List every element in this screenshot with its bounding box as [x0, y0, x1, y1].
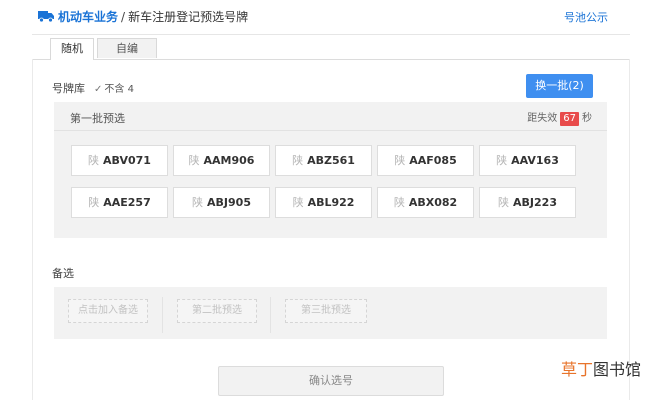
- divider: [162, 297, 163, 333]
- watermark-part1: 草丁: [561, 360, 594, 379]
- exclude-4-checkbox[interactable]: ✓ 不含 4: [94, 80, 134, 95]
- plate-number: ABL922: [307, 196, 355, 209]
- plate-number: ABJ905: [207, 196, 251, 209]
- plate-option[interactable]: 陕 ABV071: [71, 145, 168, 176]
- plate-prefix: 陕: [292, 154, 304, 167]
- plate-library-label: 号牌库: [52, 82, 85, 95]
- plate-prefix: 陕: [496, 154, 508, 167]
- pool-notice-link[interactable]: 号池公示: [564, 9, 608, 25]
- plate-prefix: 陕: [292, 196, 304, 209]
- plate-number: ABJ223: [513, 196, 557, 209]
- plate-prefix: 陕: [394, 154, 406, 167]
- alternates-panel: 点击加入备选 第二批预选 第三批预选: [54, 287, 607, 339]
- checkmark-icon: ✓: [94, 84, 103, 95]
- second-batch-slot[interactable]: 第二批预选: [177, 299, 257, 323]
- breadcrumb-home-link[interactable]: 机动车业务: [58, 10, 118, 24]
- plate-number: AAE257: [103, 196, 151, 209]
- plate-option[interactable]: 陕 ABZ561: [275, 145, 372, 176]
- mode-tabs: 随机 自编: [32, 38, 630, 60]
- plate-option[interactable]: 陕 ABL922: [275, 187, 372, 218]
- plate-prefix: 陕: [188, 154, 200, 167]
- plate-option[interactable]: 陕 AAE257: [71, 187, 168, 218]
- plate-option[interactable]: 陕 ABJ905: [173, 187, 270, 218]
- tab-random[interactable]: 随机: [50, 38, 94, 60]
- plate-prefix: 陕: [88, 196, 100, 209]
- expiry-unit: 秒: [582, 113, 592, 124]
- truck-icon: [38, 11, 54, 22]
- breadcrumb: 机动车业务 / 新车注册登记预选号牌: [58, 8, 248, 25]
- plate-number: AAM906: [203, 154, 255, 167]
- alternates-label: 备选: [52, 267, 74, 280]
- expiry-prefix: 距失效: [527, 113, 558, 124]
- plate-option[interactable]: 陕 AAF085: [377, 145, 474, 176]
- batch-header: 第一批预选 距失效 67 秒: [54, 102, 607, 131]
- tab-custom[interactable]: 自编: [97, 38, 157, 58]
- third-batch-slot[interactable]: 第三批预选: [285, 299, 367, 323]
- plate-option[interactable]: 陕 ABX082: [377, 187, 474, 218]
- countdown-badge: 67: [560, 112, 579, 126]
- watermark-part2: 图书馆: [593, 360, 642, 379]
- refresh-batch-button[interactable]: 换一批(2): [526, 74, 593, 98]
- divider: [270, 297, 271, 333]
- confirm-selection-button[interactable]: 确认选号: [218, 366, 444, 396]
- plate-prefix: 陕: [88, 154, 100, 167]
- plate-number: ABZ561: [307, 154, 355, 167]
- top-header: 机动车业务 / 新车注册登记预选号牌 号池公示: [32, 0, 630, 35]
- breadcrumb-current: 新车注册登记预选号牌: [128, 10, 249, 24]
- expiry-countdown: 距失效 67 秒: [527, 109, 592, 126]
- plate-prefix: 陕: [192, 196, 204, 209]
- plate-option[interactable]: 陕 AAV163: [479, 145, 576, 176]
- plate-option[interactable]: 陕 AAM906: [173, 145, 270, 176]
- plate-prefix: 陕: [498, 196, 510, 209]
- plate-prefix: 陕: [393, 196, 405, 209]
- plate-number: AAV163: [511, 154, 559, 167]
- watermark: 草丁图书馆: [561, 356, 641, 380]
- exclude-4-label: 不含 4: [104, 84, 134, 95]
- breadcrumb-separator: /: [121, 10, 126, 24]
- batch-title: 第一批预选: [70, 112, 125, 125]
- plate-number: ABX082: [408, 196, 458, 209]
- add-alternate-slot[interactable]: 点击加入备选: [68, 299, 148, 323]
- plate-option[interactable]: 陕 ABJ223: [479, 187, 576, 218]
- plate-number: AAF085: [409, 154, 457, 167]
- plate-number: ABV071: [103, 154, 151, 167]
